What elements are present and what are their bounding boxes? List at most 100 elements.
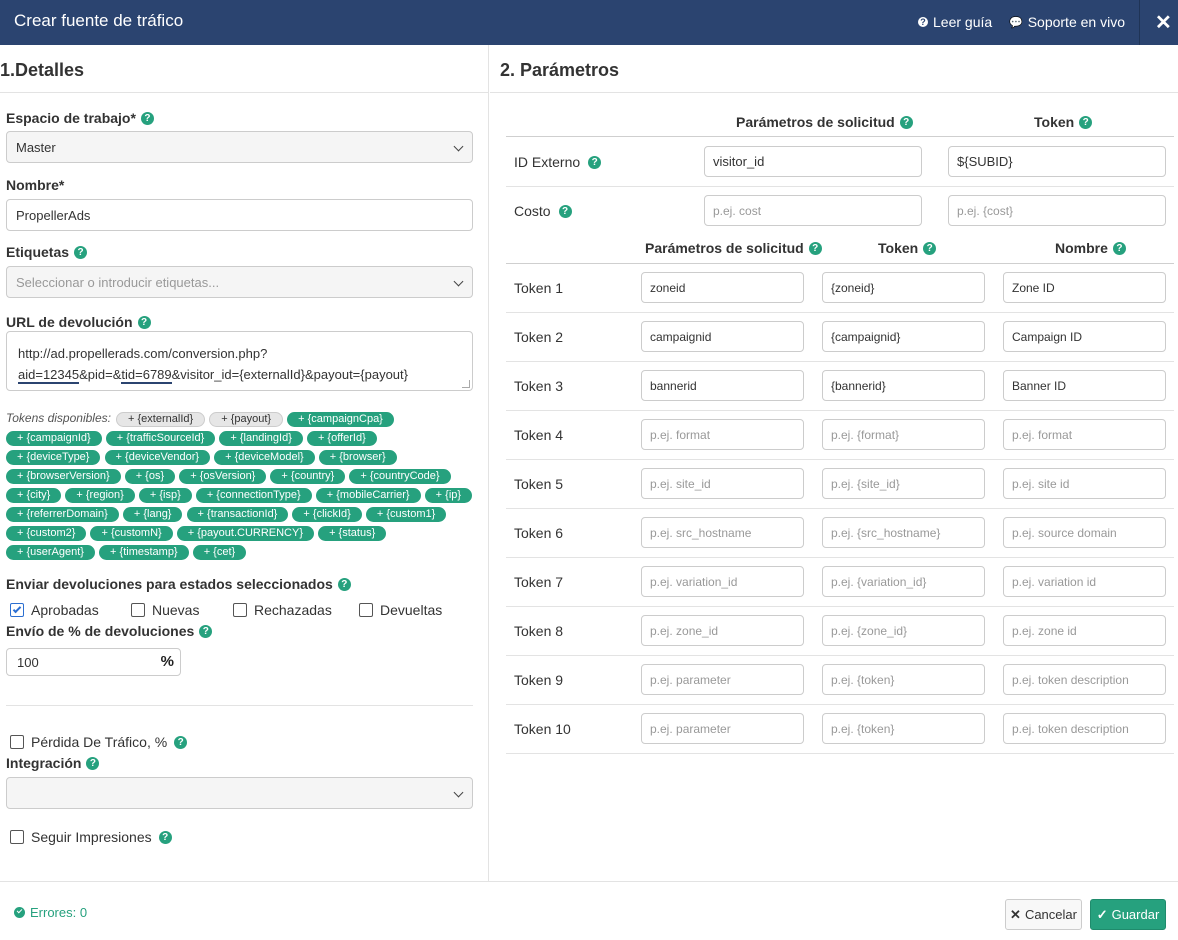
token-chip[interactable]: + {trafficSourceId} — [105, 431, 216, 446]
name-input[interactable]: PropellerAds — [6, 199, 473, 231]
postback-url-textarea[interactable]: http://ad.propellerads.com/conversion.ph… — [6, 331, 473, 391]
token-name-input[interactable]: p.ej. source domain — [1003, 517, 1166, 548]
token-name-input[interactable]: p.ej. token description — [1003, 713, 1166, 744]
token-token-input[interactable]: p.ej. {zone_id} — [822, 615, 985, 646]
status-approved-checkbox[interactable]: Aprobadas — [10, 602, 99, 618]
help-icon[interactable]: ? — [86, 756, 100, 770]
save-button[interactable]: ✓ Guardar — [1090, 899, 1166, 930]
token-token-input[interactable]: p.ej. {token} — [822, 664, 985, 695]
token-token-input[interactable]: {zoneid} — [822, 272, 985, 303]
token-chip[interactable]: + {externalId} — [116, 412, 206, 427]
token-chip[interactable]: + {connectionType} — [195, 488, 312, 503]
traffic-loss-checkbox[interactable]: Pérdida De Tráfico, % ? — [10, 734, 188, 750]
workspace-select[interactable]: Master — [6, 131, 473, 163]
token-param-input[interactable]: p.ej. zone_id — [641, 615, 804, 646]
help-icon[interactable]: ? — [74, 245, 88, 259]
percent-input[interactable]: 100 % — [6, 648, 181, 676]
token-param-input[interactable]: p.ej. parameter — [641, 664, 804, 695]
token-chip[interactable]: + {os} — [124, 469, 176, 484]
token-param-input[interactable]: p.ej. site_id — [641, 468, 804, 499]
help-icon[interactable]: ? — [174, 735, 188, 749]
token-chip[interactable]: + {status} — [318, 526, 387, 541]
token-token-input[interactable]: p.ej. {site_id} — [822, 468, 985, 499]
close-icon[interactable]: ✕ — [1155, 10, 1172, 35]
help-icon[interactable]: ? — [923, 241, 937, 255]
help-icon[interactable]: ? — [1079, 115, 1093, 129]
track-impressions-checkbox[interactable]: Seguir Impresiones ? — [10, 829, 172, 845]
token-chip[interactable]: + {deviceModel} — [214, 450, 315, 465]
token-chip[interactable]: + {isp} — [138, 488, 192, 503]
status-returned-checkbox[interactable]: Devueltas — [359, 602, 442, 618]
token-chip[interactable]: + {campaignId} — [6, 431, 102, 446]
live-support-link[interactable]: 💬 Soporte en vivo — [1009, 14, 1125, 30]
status-new-checkbox[interactable]: Nuevas — [131, 602, 199, 618]
token-chip[interactable]: + {ip} — [424, 488, 473, 503]
token-token-input[interactable]: p.ej. {src_hostname} — [822, 517, 985, 548]
help-icon[interactable]: ? — [1112, 241, 1126, 255]
cancel-button[interactable]: ✕ Cancelar — [1005, 899, 1082, 930]
resize-handle[interactable] — [462, 380, 470, 388]
token-chip[interactable]: + {landingId} — [219, 431, 303, 446]
token-name-input[interactable]: p.ej. site id — [1003, 468, 1166, 499]
external-id-param-input[interactable]: visitor_id — [704, 146, 922, 177]
status-rejected-checkbox[interactable]: Rechazadas — [233, 602, 332, 618]
token-param-input[interactable]: bannerid — [641, 370, 804, 401]
token-chip[interactable]: + {timestamp} — [99, 545, 189, 560]
integration-select[interactable] — [6, 777, 473, 809]
help-icon[interactable]: ? — [140, 111, 154, 125]
token-chip[interactable]: + {browser} — [318, 450, 397, 465]
token-chip[interactable]: + {countryCode} — [349, 469, 451, 484]
token-param-input[interactable]: p.ej. parameter — [641, 713, 804, 744]
token-param-input[interactable]: campaignid — [641, 321, 804, 352]
token-token-input[interactable]: p.ej. {format} — [822, 419, 985, 450]
help-icon[interactable]: ? — [588, 155, 602, 169]
token-chip[interactable]: + {country} — [270, 469, 346, 484]
token-name-input[interactable]: Banner ID — [1003, 370, 1166, 401]
token-chip[interactable]: + {payout} — [209, 412, 284, 427]
token-token-input[interactable]: p.ej. {token} — [822, 713, 985, 744]
token-token-input[interactable]: {campaignid} — [822, 321, 985, 352]
token-chip[interactable]: + {offerId} — [306, 431, 377, 446]
token-chip[interactable]: + {city} — [6, 488, 62, 503]
read-guide-link[interactable]: ? Leer guía — [918, 14, 992, 30]
token-chip[interactable]: + {region} — [65, 488, 135, 503]
token-chip[interactable]: + {deviceType} — [6, 450, 101, 465]
token-chip[interactable]: + {lang} — [122, 507, 183, 522]
token-chip[interactable]: + {transactionId} — [186, 507, 289, 522]
token-chip[interactable]: + {custom1} — [365, 507, 447, 522]
token-chip[interactable]: + {mobileCarrier} — [315, 488, 421, 503]
token-param-input[interactable]: p.ej. src_hostname — [641, 517, 804, 548]
token-chip[interactable]: + {campaignCpa} — [287, 412, 394, 427]
help-icon[interactable]: ? — [158, 830, 172, 844]
token-name-input[interactable]: p.ej. variation id — [1003, 566, 1166, 597]
cost-token-input[interactable]: p.ej. {cost} — [948, 195, 1166, 226]
token-param-input[interactable]: p.ej. format — [641, 419, 804, 450]
token-chip[interactable]: + {userAgent} — [6, 545, 95, 560]
cost-param-input[interactable]: p.ej. cost — [704, 195, 922, 226]
token-chip[interactable]: + {custom2} — [6, 526, 87, 541]
external-id-token-input[interactable]: ${SUBID} — [948, 146, 1166, 177]
token-chip[interactable]: + {cet} — [192, 545, 247, 560]
token-token-input[interactable]: {bannerid} — [822, 370, 985, 401]
help-icon[interactable]: ? — [558, 204, 572, 218]
token-name-input[interactable]: Zone ID — [1003, 272, 1166, 303]
token-chip[interactable]: + {clickId} — [292, 507, 362, 522]
token-name-input[interactable]: Campaign ID — [1003, 321, 1166, 352]
tags-select[interactable]: Seleccionar o introducir etiquetas... — [6, 266, 473, 298]
help-icon[interactable]: ? — [137, 315, 151, 329]
token-name-input[interactable]: p.ej. format — [1003, 419, 1166, 450]
help-icon[interactable]: ? — [337, 577, 351, 591]
help-icon[interactable]: ? — [808, 241, 822, 255]
token-chip[interactable]: + {browserVersion} — [6, 469, 121, 484]
help-icon[interactable]: ? — [199, 624, 213, 638]
token-chip[interactable]: + {payout.CURRENCY} — [176, 526, 315, 541]
token-chip[interactable]: + {referrerDomain} — [6, 507, 119, 522]
token-name-input[interactable]: p.ej. token description — [1003, 664, 1166, 695]
token-chip[interactable]: + {deviceVendor} — [104, 450, 211, 465]
help-icon[interactable]: ? — [899, 115, 913, 129]
token-name-input[interactable]: p.ej. zone id — [1003, 615, 1166, 646]
token-chip[interactable]: + {osVersion} — [179, 469, 267, 484]
token-param-input[interactable]: p.ej. variation_id — [641, 566, 804, 597]
token-token-input[interactable]: p.ej. {variation_id} — [822, 566, 985, 597]
token-param-input[interactable]: zoneid — [641, 272, 804, 303]
